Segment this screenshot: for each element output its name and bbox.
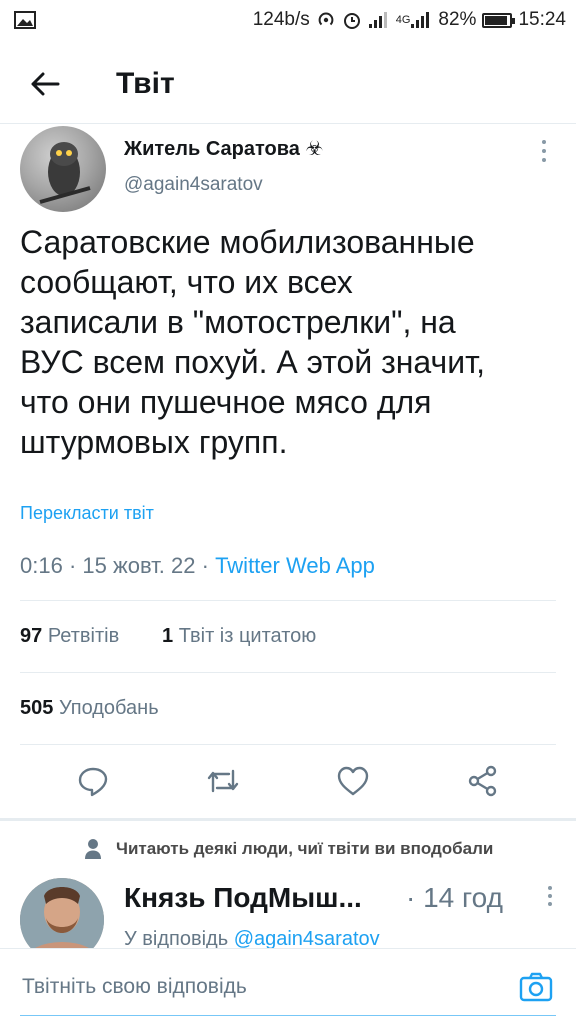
back-button[interactable]: [0, 44, 90, 124]
translate-tweet-link[interactable]: Перекласти твіт: [20, 503, 154, 524]
person-icon: [85, 839, 101, 859]
retweet-icon: [207, 769, 239, 793]
reply-to-handle[interactable]: @again4saratov: [234, 928, 380, 950]
meta-separator: ·: [68, 553, 77, 578]
network-speed: 124b/s: [252, 9, 310, 30]
input-underline: [20, 1015, 556, 1016]
reply-author-name[interactable]: Князь ПодМыш...: [124, 882, 362, 914]
reply-tweet[interactable]: Князь ПодМыш... · 14 год У відповідь @ag…: [20, 878, 560, 962]
arrow-left-icon: [31, 72, 60, 95]
retweet-button[interactable]: [193, 751, 253, 811]
tweet-meta: 0:16 · 15 жовт. 22 · Twitter Web App: [20, 553, 375, 579]
quotes-label: Твіт із цитатою: [178, 625, 317, 647]
reply-input[interactable]: [22, 974, 462, 999]
reply-compose-bar: [0, 948, 576, 1024]
owl-avatar-image: [39, 142, 91, 204]
quotes-stat[interactable]: 1 Твіт із цитатою: [162, 625, 316, 648]
author-name[interactable]: Житель Саратова ☣: [124, 136, 323, 161]
retweets-count: 97: [20, 625, 43, 647]
social-context: Читають деякі люди, чиї твіти ви вподоба…: [84, 838, 493, 860]
tweet-author: Житель Саратова ☣ @again4saratov: [20, 126, 560, 212]
battery-icon: [482, 12, 516, 28]
like-button[interactable]: [323, 751, 383, 811]
camera-button[interactable]: [518, 969, 554, 1005]
share-button[interactable]: [453, 751, 513, 811]
meta-separator: ·: [201, 553, 209, 578]
reply-button[interactable]: [63, 751, 123, 811]
likes-label: Уподобань: [58, 697, 159, 719]
divider: [20, 672, 556, 673]
divider: [20, 600, 556, 601]
tweet-actions: [0, 745, 576, 817]
battery-fill: [485, 15, 507, 25]
author-display-name: Житель Саратова: [124, 138, 300, 160]
status-bar: 124b/s 4G 82% 15:24: [0, 0, 576, 40]
clock: 15:24: [518, 9, 566, 30]
battery-percent: 82%: [438, 9, 477, 30]
retweets-label: Ретвітів: [47, 625, 120, 647]
tweet-time: 0:16: [20, 553, 63, 578]
reply-more-options-icon[interactable]: [546, 884, 554, 913]
share-icon: [468, 765, 497, 797]
reply-to-prefix: У відповідь: [124, 928, 229, 950]
signal-4g-icon: 4G: [396, 11, 433, 29]
tweet-date: 15 жовт. 22: [82, 553, 196, 578]
app-header: Твіт: [0, 44, 576, 124]
tweet-detail-screen: 124b/s 4G 82% 15:24 Твіт Житель Саратова…: [0, 0, 576, 1024]
hotspot-icon: [316, 10, 336, 30]
network-type: 4G: [395, 14, 411, 26]
camera-icon: [519, 972, 553, 1001]
author-handle[interactable]: @again4saratov: [124, 174, 263, 196]
tweet-text: Саратовские мобилизованные сообщают, что…: [20, 224, 486, 460]
image-notification-icon: [14, 11, 36, 29]
like-icon: [337, 766, 369, 796]
quotes-count: 1: [162, 625, 174, 647]
social-context-text: Читають деякі люди, чиї твіти ви вподоба…: [116, 839, 494, 858]
more-options-icon[interactable]: [532, 136, 556, 166]
reply-timestamp: · 14 год: [406, 882, 503, 913]
section-divider: [0, 818, 576, 821]
tweet-source-app[interactable]: Twitter Web App: [215, 553, 375, 578]
avatar[interactable]: [20, 126, 106, 212]
likes-stat[interactable]: 505 Уподобань: [20, 697, 159, 720]
page-title: Твіт: [116, 66, 175, 100]
reply-icon: [78, 767, 108, 797]
retweets-stat[interactable]: 97 Ретвітів: [20, 625, 119, 648]
alarm-icon: [342, 10, 362, 30]
biohazard-emoji: ☣: [305, 138, 324, 160]
signal-icon: [368, 11, 390, 29]
status-indicators: 124b/s 4G 82% 15:24: [253, 9, 566, 31]
likes-count: 505: [20, 697, 54, 719]
